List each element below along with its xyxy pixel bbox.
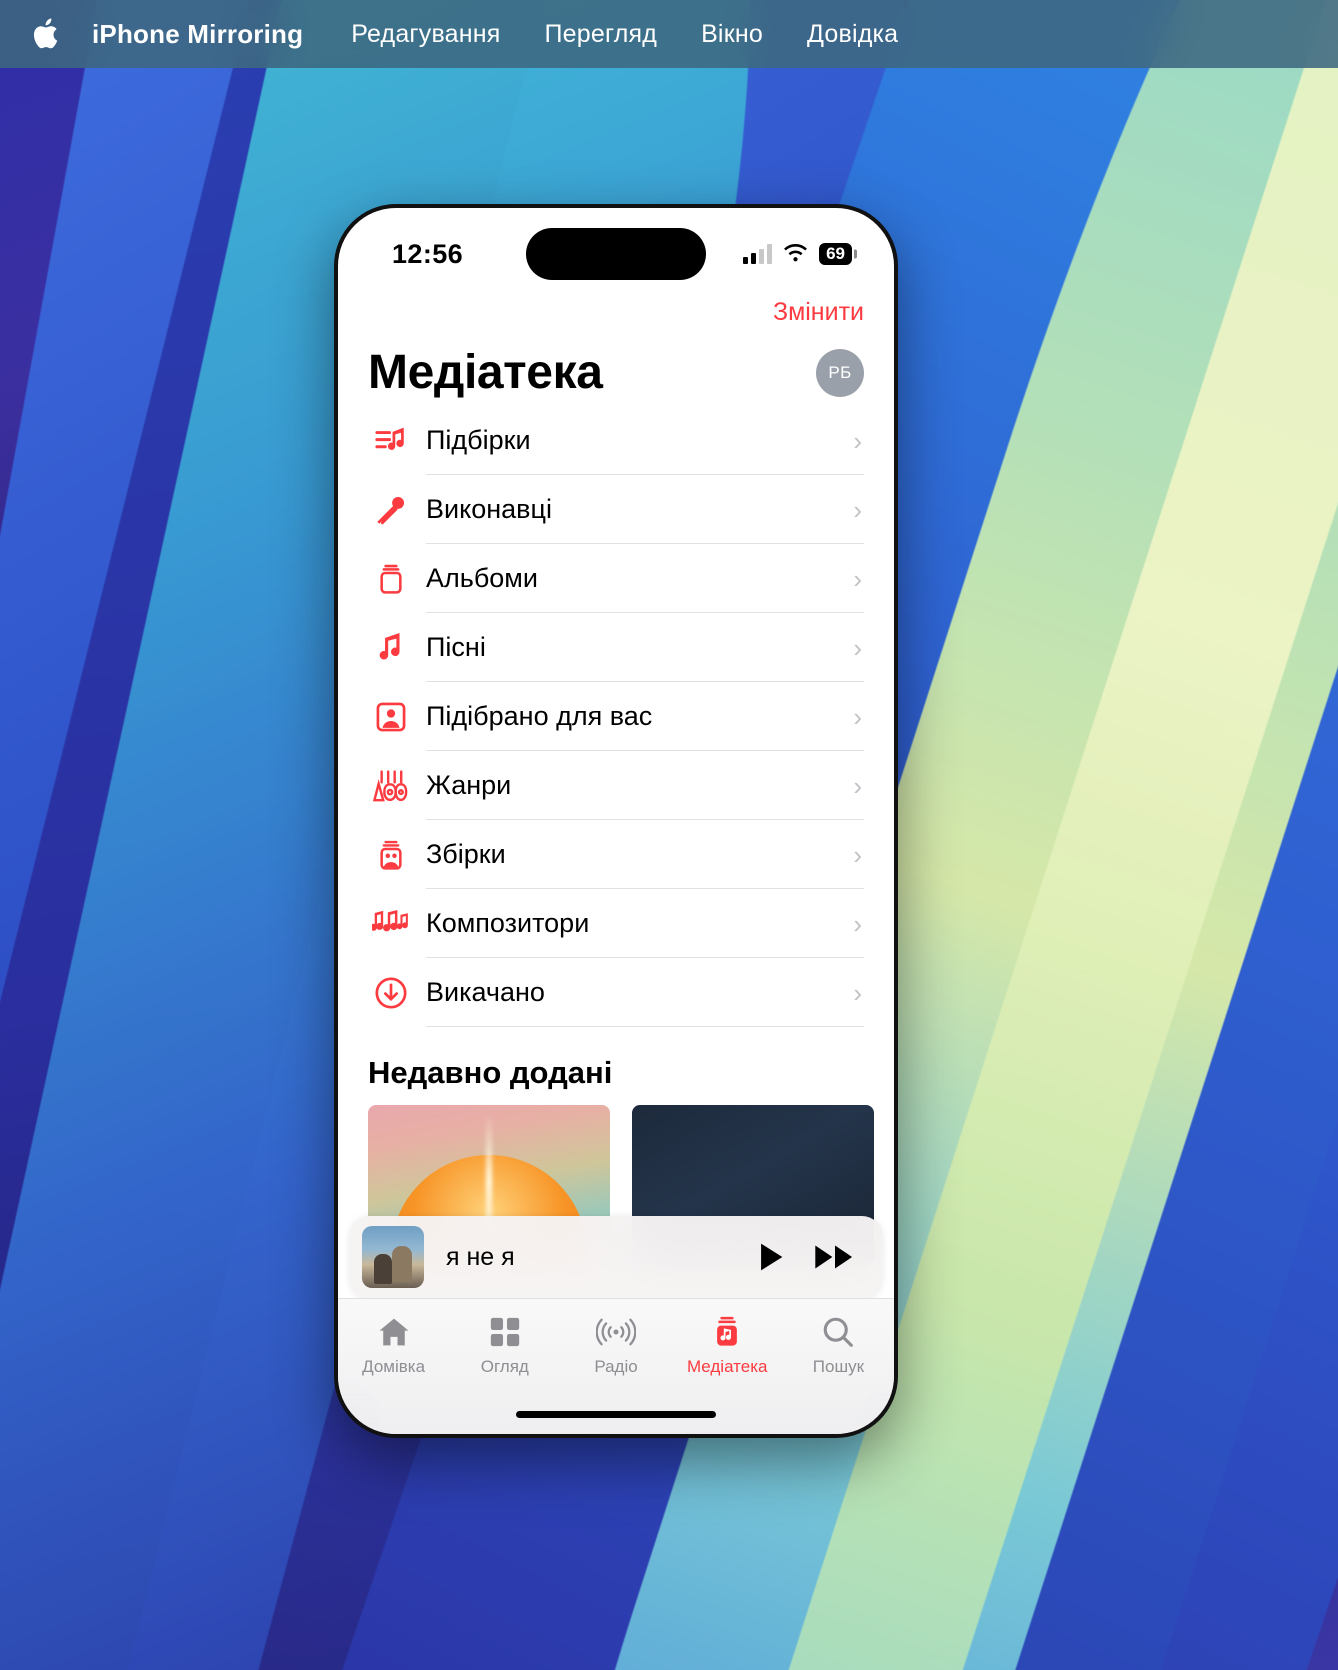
library-row-label: Виконавці [426, 494, 552, 524]
iphone-mirroring-window[interactable]: 12:56 69 Змінити Медіатека РБ Підбірки ›… [334, 204, 898, 1438]
library-row-genres[interactable]: Жанри › [368, 751, 894, 820]
tab-home[interactable]: Домівка [338, 1313, 449, 1377]
microphone-icon [368, 489, 414, 531]
person-square-icon [368, 696, 414, 738]
library-row-playlists[interactable]: Підбірки › [368, 406, 894, 475]
chevron-right-icon: › [853, 563, 862, 594]
chevron-right-icon: › [853, 839, 862, 870]
menu-item-edit[interactable]: Редагування [329, 20, 522, 49]
library-row-albums[interactable]: Альбоми › [368, 544, 894, 613]
tab-browse[interactable]: Огляд [449, 1313, 560, 1377]
tab-label: Медіатека [686, 1357, 768, 1376]
menu-item-window[interactable]: Вікно [679, 20, 785, 49]
apple-logo-icon[interactable] [30, 14, 64, 54]
row-separator [426, 1026, 864, 1027]
library-row-songs[interactable]: Пісні › [368, 613, 894, 682]
status-time: 12:56 [392, 238, 464, 269]
double-music-note-icon [368, 903, 414, 945]
chevron-right-icon: › [853, 494, 862, 525]
edit-button[interactable]: Змінити [773, 298, 864, 327]
library-row-label: Підбірки [426, 425, 531, 455]
tab-library[interactable]: Медіатека [672, 1313, 783, 1377]
menu-item-view[interactable]: Перегляд [523, 20, 680, 49]
grid-icon [488, 1313, 522, 1351]
tab-search[interactable]: Пошук [783, 1313, 894, 1377]
status-bar: 12:56 69 [338, 208, 894, 286]
library-row-artists[interactable]: Виконавці › [368, 475, 894, 544]
library-row-label: Пісні [426, 632, 486, 662]
library-row-label: Композитори [426, 908, 590, 938]
play-icon[interactable] [754, 1240, 788, 1274]
chevron-right-icon: › [853, 701, 862, 732]
mac-menu-bar: iPhone Mirroring Редагування Перегляд Ві… [0, 0, 1338, 68]
radio-waves-icon [596, 1313, 636, 1351]
download-circle-icon [368, 972, 414, 1014]
library-row-label: Збірки [426, 839, 506, 869]
tab-label: Огляд [480, 1357, 529, 1376]
menu-item-help[interactable]: Довідка [785, 20, 920, 49]
library-row-composers[interactable]: Композитори › [368, 889, 894, 958]
library-row-downloaded[interactable]: Викачано › [368, 958, 894, 1027]
tab-bar: Домівка Огляд Радіо Медіатека Пошук [338, 1298, 894, 1434]
chevron-right-icon: › [853, 632, 862, 663]
home-indicator[interactable] [516, 1411, 716, 1418]
mini-player-track-title: я не я [446, 1242, 515, 1271]
chevron-right-icon: › [853, 977, 862, 1008]
recently-added-title: Недавно додані [368, 1055, 613, 1090]
playlist-icon [368, 420, 414, 462]
library-row-compilations[interactable]: Збірки › [368, 820, 894, 889]
dynamic-island [526, 228, 706, 280]
music-note-icon [368, 627, 414, 669]
guitars-icon [368, 765, 414, 807]
tab-label: Домівка [362, 1357, 426, 1376]
fast-forward-icon[interactable] [814, 1240, 856, 1274]
avatar[interactable]: РБ [816, 348, 864, 397]
tab-radio[interactable]: Радіо [560, 1313, 671, 1377]
library-row-made-for-you[interactable]: Підібрано для вас › [368, 682, 894, 751]
cellular-signal-icon [743, 244, 773, 264]
home-icon [376, 1313, 412, 1351]
library-row-label: Викачано [426, 977, 545, 1007]
library-list: Підбірки › Виконавці › Альбоми › Пісні ›… [338, 406, 894, 1027]
menu-item-app-name[interactable]: iPhone Mirroring [92, 19, 329, 50]
library-row-label: Альбоми [426, 563, 538, 593]
chevron-right-icon: › [853, 908, 862, 939]
library-row-label: Підібрано для вас [426, 701, 653, 731]
wifi-icon [784, 244, 808, 262]
library-row-label: Жанри [426, 770, 512, 800]
library-icon [711, 1313, 743, 1351]
mini-player-artwork[interactable] [362, 1226, 424, 1288]
status-indicators: 69 [743, 243, 852, 265]
tab-label: Пошук [812, 1357, 865, 1376]
search-icon [821, 1313, 855, 1351]
compilations-icon [368, 834, 414, 876]
chevron-right-icon: › [853, 770, 862, 801]
battery-indicator: 69 [819, 243, 852, 265]
albums-icon [368, 558, 414, 600]
title-row: Медіатека РБ [338, 327, 894, 406]
page-title: Медіатека [368, 346, 603, 399]
tab-label: Радіо [594, 1357, 638, 1376]
mini-player[interactable]: я не я [350, 1216, 882, 1298]
iphone-screen: 12:56 69 Змінити Медіатека РБ Підбірки ›… [338, 208, 894, 1434]
nav-bar: Змінити [338, 286, 894, 327]
chevron-right-icon: › [853, 425, 862, 456]
